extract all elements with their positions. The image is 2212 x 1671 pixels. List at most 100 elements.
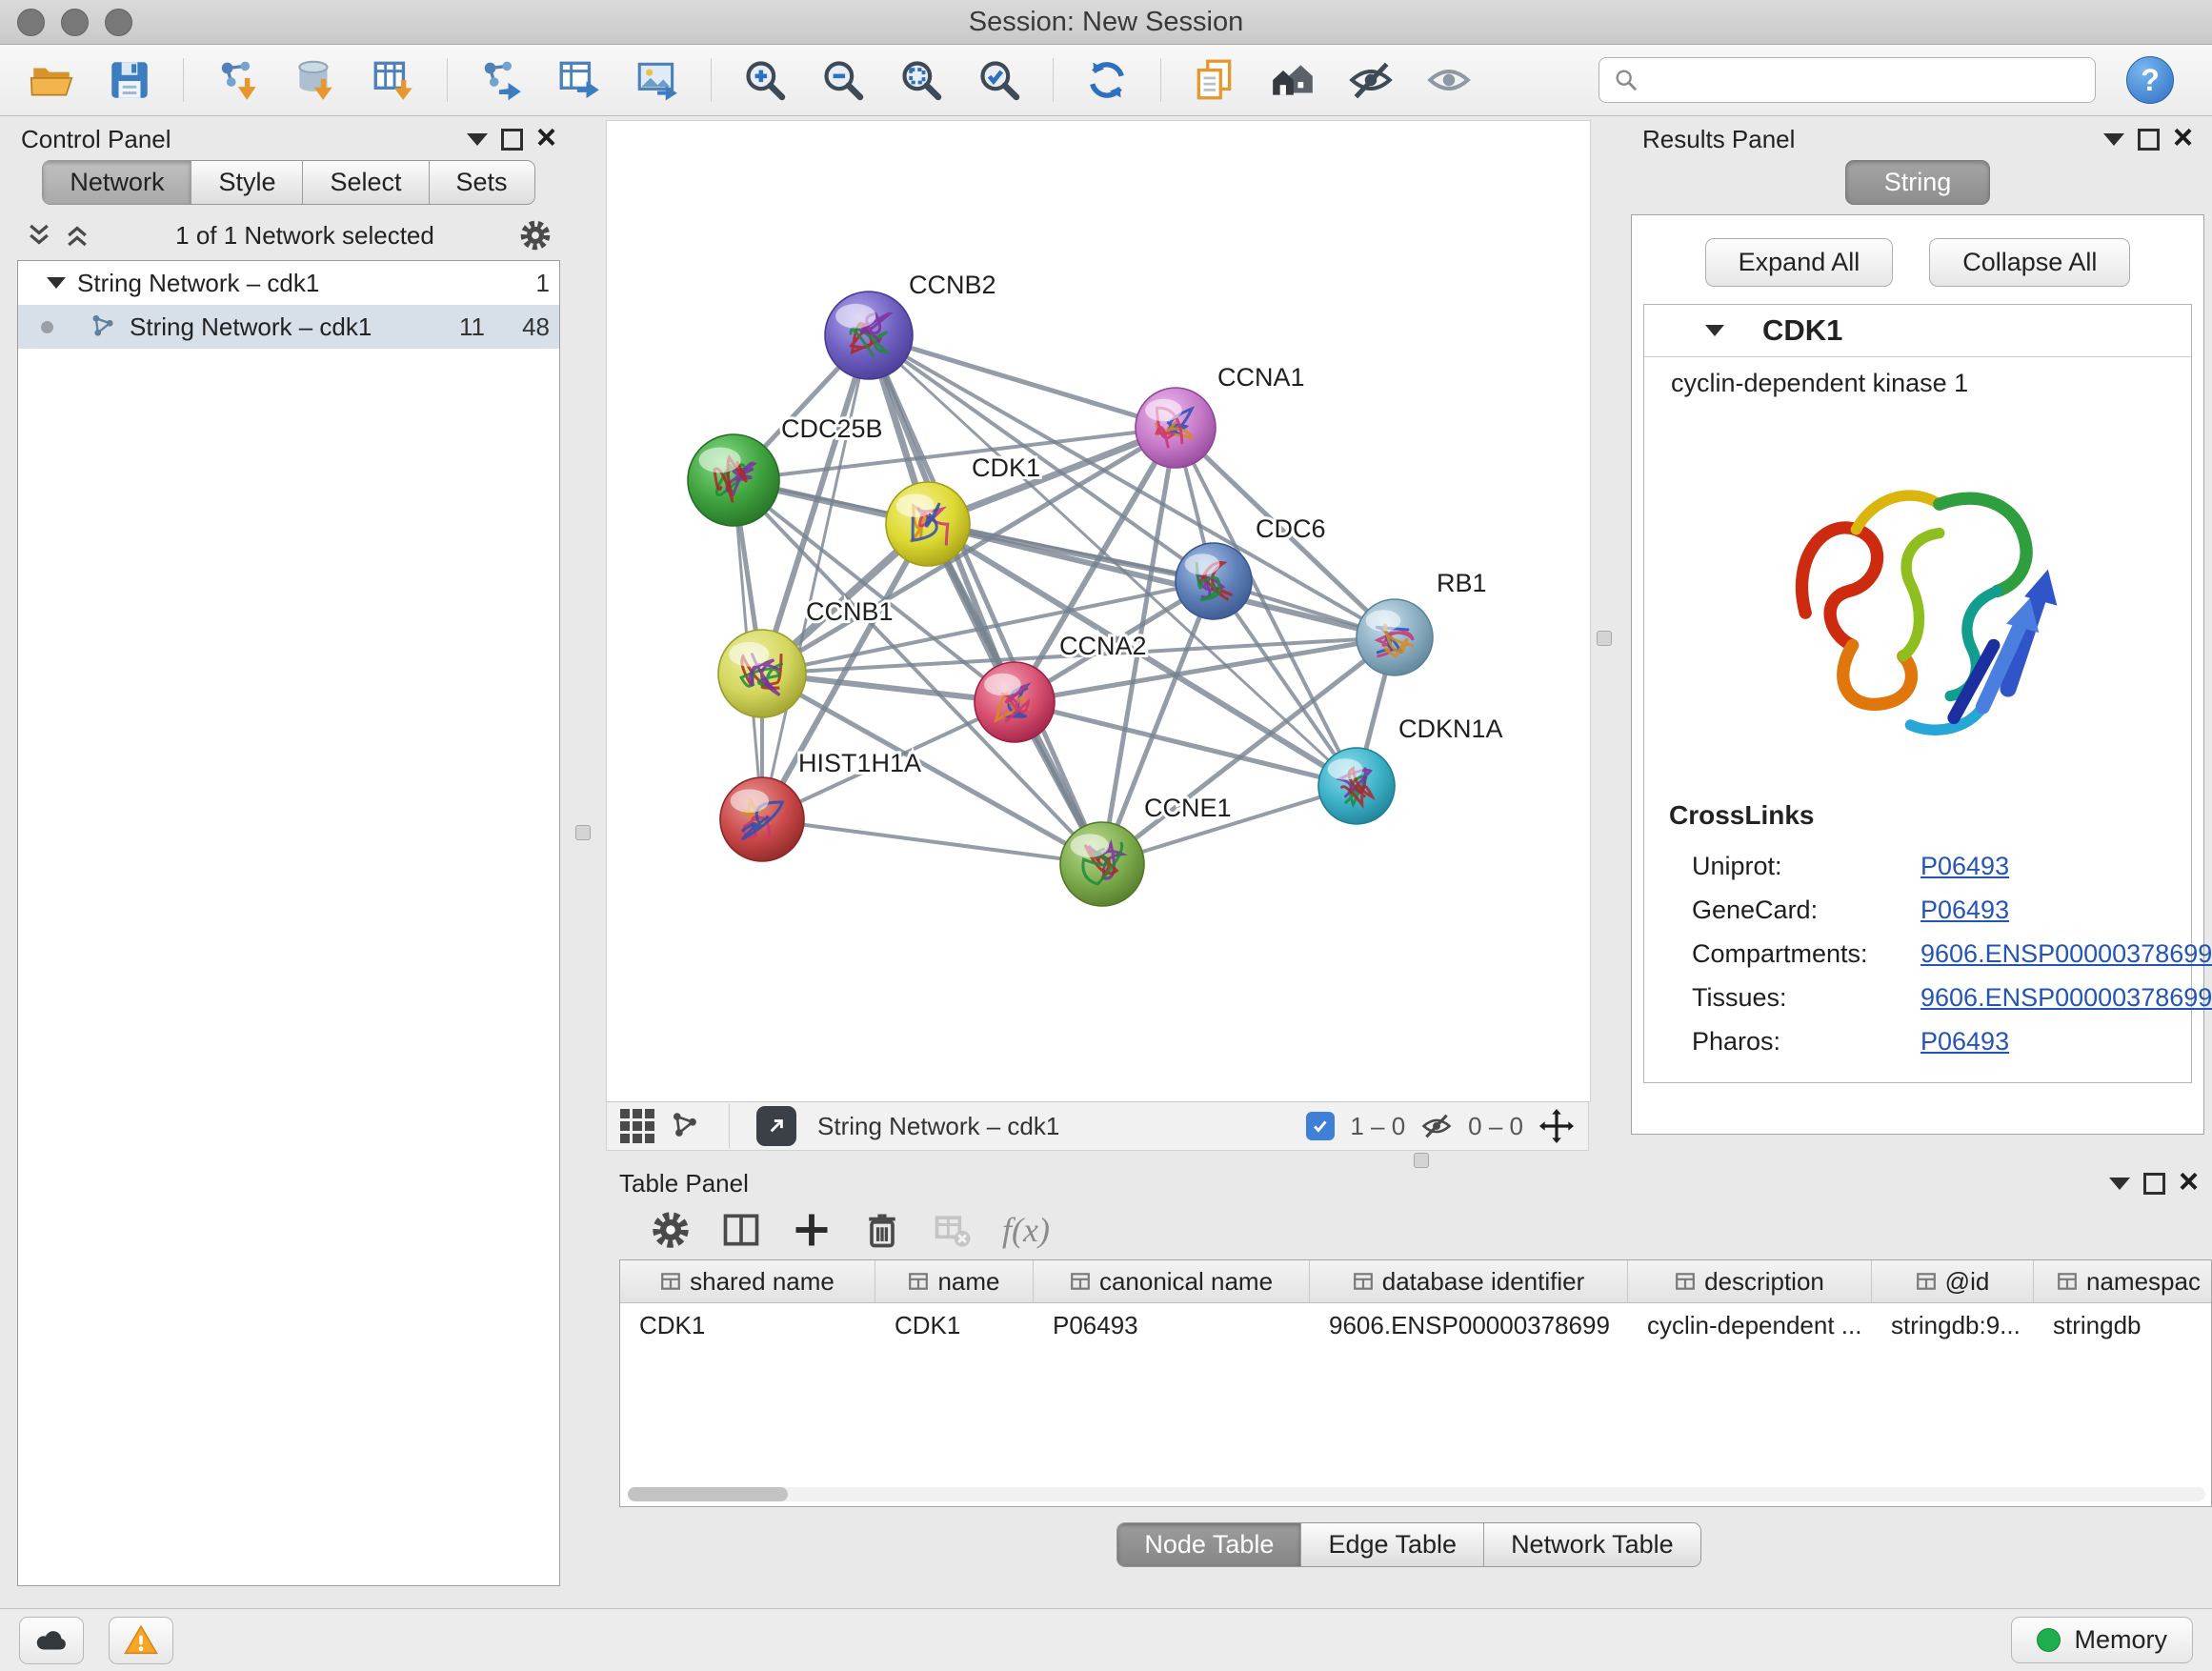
import-table-button[interactable]	[357, 50, 430, 111]
network-canvas[interactable]: CCNB2CCNA1CDC25BCDK1CDC6RB1CCNB1CCNA2CDK…	[606, 120, 1591, 1102]
home-icon	[1269, 56, 1317, 104]
protein-card-header[interactable]: CDK1	[1644, 305, 2191, 357]
crosslink-link[interactable]: 9606.ENSP00000378699	[1920, 932, 2212, 976]
move-crosshair-icon[interactable]	[1538, 1108, 1575, 1144]
network-overview-button[interactable]	[1257, 50, 1329, 111]
export-network-button[interactable]	[465, 50, 537, 111]
results-panel-title: Results Panel	[1642, 125, 2090, 154]
table-cell[interactable]: CDK1	[620, 1303, 875, 1347]
memory-button[interactable]: Memory	[2011, 1617, 2193, 1663]
disclosure-triangle-icon[interactable]	[47, 277, 66, 289]
table-row[interactable]: CDK1CDK1P064939606.ENSP00000378699cyclin…	[620, 1303, 2211, 1347]
collapse-all-button[interactable]: Collapse All	[1929, 238, 2130, 287]
add-column-icon[interactable]	[791, 1209, 833, 1251]
column-header[interactable]: shared name	[620, 1260, 875, 1302]
column-header[interactable]: database identifier	[1310, 1260, 1628, 1302]
network-edge[interactable]	[869, 335, 1176, 428]
horizontal-splitter-grip[interactable]	[1414, 1153, 1429, 1168]
collapse-panel-icon[interactable]	[2109, 1178, 2130, 1190]
expand-all-button[interactable]: Expand All	[1705, 238, 1894, 287]
hidden-eye-icon[interactable]	[1420, 1110, 1453, 1142]
selected-checkbox-icon[interactable]	[1306, 1112, 1335, 1140]
select-columns-icon[interactable]	[720, 1209, 762, 1251]
column-header[interactable]: namespac	[2034, 1260, 2212, 1302]
table-cell[interactable]: stringdb:9...	[1872, 1303, 2034, 1347]
tab-edge-table[interactable]: Edge Table	[1301, 1523, 1484, 1566]
copy-button[interactable]	[1178, 50, 1251, 111]
open-session-button[interactable]	[15, 50, 88, 111]
open-external-button[interactable]	[756, 1106, 796, 1146]
toolbar-separator	[183, 58, 184, 102]
column-header[interactable]: description	[1628, 1260, 1872, 1302]
network-edge[interactable]	[762, 819, 1102, 864]
network-edge[interactable]	[762, 335, 869, 819]
chevrons-up-icon[interactable]	[63, 221, 91, 250]
grid-view-icon[interactable]	[620, 1109, 654, 1143]
table-settings-gear-icon[interactable]	[650, 1209, 692, 1251]
export-image-button[interactable]	[621, 50, 694, 111]
tab-style[interactable]: Style	[191, 161, 303, 204]
tab-string[interactable]: String	[1845, 160, 1991, 205]
vertical-splitter-grip[interactable]	[575, 825, 591, 840]
function-builder-icon[interactable]: f(x)	[1002, 1210, 1050, 1250]
tab-network[interactable]: Network	[43, 161, 191, 204]
search-input[interactable]	[1649, 65, 2081, 96]
scrollbar-thumb[interactable]	[628, 1487, 788, 1501]
tab-node-table[interactable]: Node Table	[1117, 1523, 1301, 1566]
network-share-icon[interactable]	[670, 1110, 702, 1142]
chevrons-down-icon[interactable]	[25, 221, 53, 250]
float-panel-icon[interactable]	[2138, 129, 2160, 151]
cloud-status-button[interactable]	[19, 1617, 84, 1664]
warnings-button[interactable]	[109, 1617, 173, 1664]
close-panel-icon[interactable]: ×	[2179, 1164, 2199, 1198]
import-network-file-button[interactable]	[201, 50, 273, 111]
hide-annotations-button[interactable]	[1335, 50, 1407, 111]
tab-select[interactable]: Select	[303, 161, 429, 204]
close-panel-icon[interactable]: ×	[536, 120, 556, 154]
close-panel-icon[interactable]: ×	[2173, 120, 2193, 154]
tab-sets[interactable]: Sets	[430, 161, 534, 204]
float-panel-icon[interactable]	[2143, 1173, 2165, 1195]
tab-network-table[interactable]: Network Table	[1484, 1523, 1700, 1566]
crosslink-label: Compartments:	[1669, 932, 1920, 976]
zoom-window-button[interactable]	[105, 9, 132, 36]
network-edge[interactable]	[869, 335, 1102, 864]
help-button[interactable]: ?	[2126, 56, 2174, 104]
network-node-rb1[interactable]	[1357, 599, 1433, 675]
table-cell[interactable]: CDK1	[875, 1303, 1034, 1347]
column-header[interactable]: @id	[1872, 1260, 2034, 1302]
network-collection-row[interactable]: String Network – cdk1 1	[18, 261, 559, 305]
zoom-fit-button[interactable]	[885, 50, 957, 111]
network-row[interactable]: String Network – cdk1 11 48	[18, 305, 559, 349]
column-header[interactable]: name	[875, 1260, 1034, 1302]
show-graphics-details-button[interactable]	[1413, 50, 1485, 111]
crosslink-link[interactable]: 9606.ENSP00000378699	[1920, 976, 2212, 1019]
apply-layout-button[interactable]	[1071, 50, 1143, 111]
zoom-out-button[interactable]	[807, 50, 879, 111]
table-cell[interactable]: 9606.ENSP00000378699	[1310, 1303, 1628, 1347]
table-horizontal-scrollbar[interactable]	[628, 1487, 2205, 1501]
collapse-panel-icon[interactable]	[2103, 133, 2124, 146]
zoom-in-button[interactable]	[729, 50, 801, 111]
gear-icon[interactable]	[518, 218, 553, 252]
close-window-button[interactable]	[17, 9, 45, 36]
table-cell[interactable]: P06493	[1034, 1303, 1310, 1347]
table-cell[interactable]: stringdb	[2034, 1303, 2212, 1347]
save-session-button[interactable]	[93, 50, 166, 111]
collapse-panel-icon[interactable]	[467, 133, 488, 146]
zoom-fit-icon	[897, 56, 945, 104]
export-table-button[interactable]	[543, 50, 615, 111]
import-network-database-button[interactable]	[279, 50, 352, 111]
crosslink-link[interactable]: P06493	[1920, 888, 2009, 932]
disclosure-triangle-icon[interactable]	[1705, 325, 1724, 336]
delete-column-trash-icon[interactable]	[861, 1209, 903, 1251]
crosslink-link[interactable]: P06493	[1920, 1019, 2009, 1063]
float-panel-icon[interactable]	[501, 129, 523, 151]
column-header[interactable]: canonical name	[1034, 1260, 1310, 1302]
zoom-selected-button[interactable]	[963, 50, 1036, 111]
crosslink-link[interactable]: P06493	[1920, 844, 2009, 888]
vertical-splitter-grip[interactable]	[1597, 631, 1612, 646]
minimize-window-button[interactable]	[61, 9, 89, 36]
zoom-out-icon	[819, 56, 867, 104]
table-cell[interactable]: cyclin-dependent ...	[1628, 1303, 1872, 1347]
